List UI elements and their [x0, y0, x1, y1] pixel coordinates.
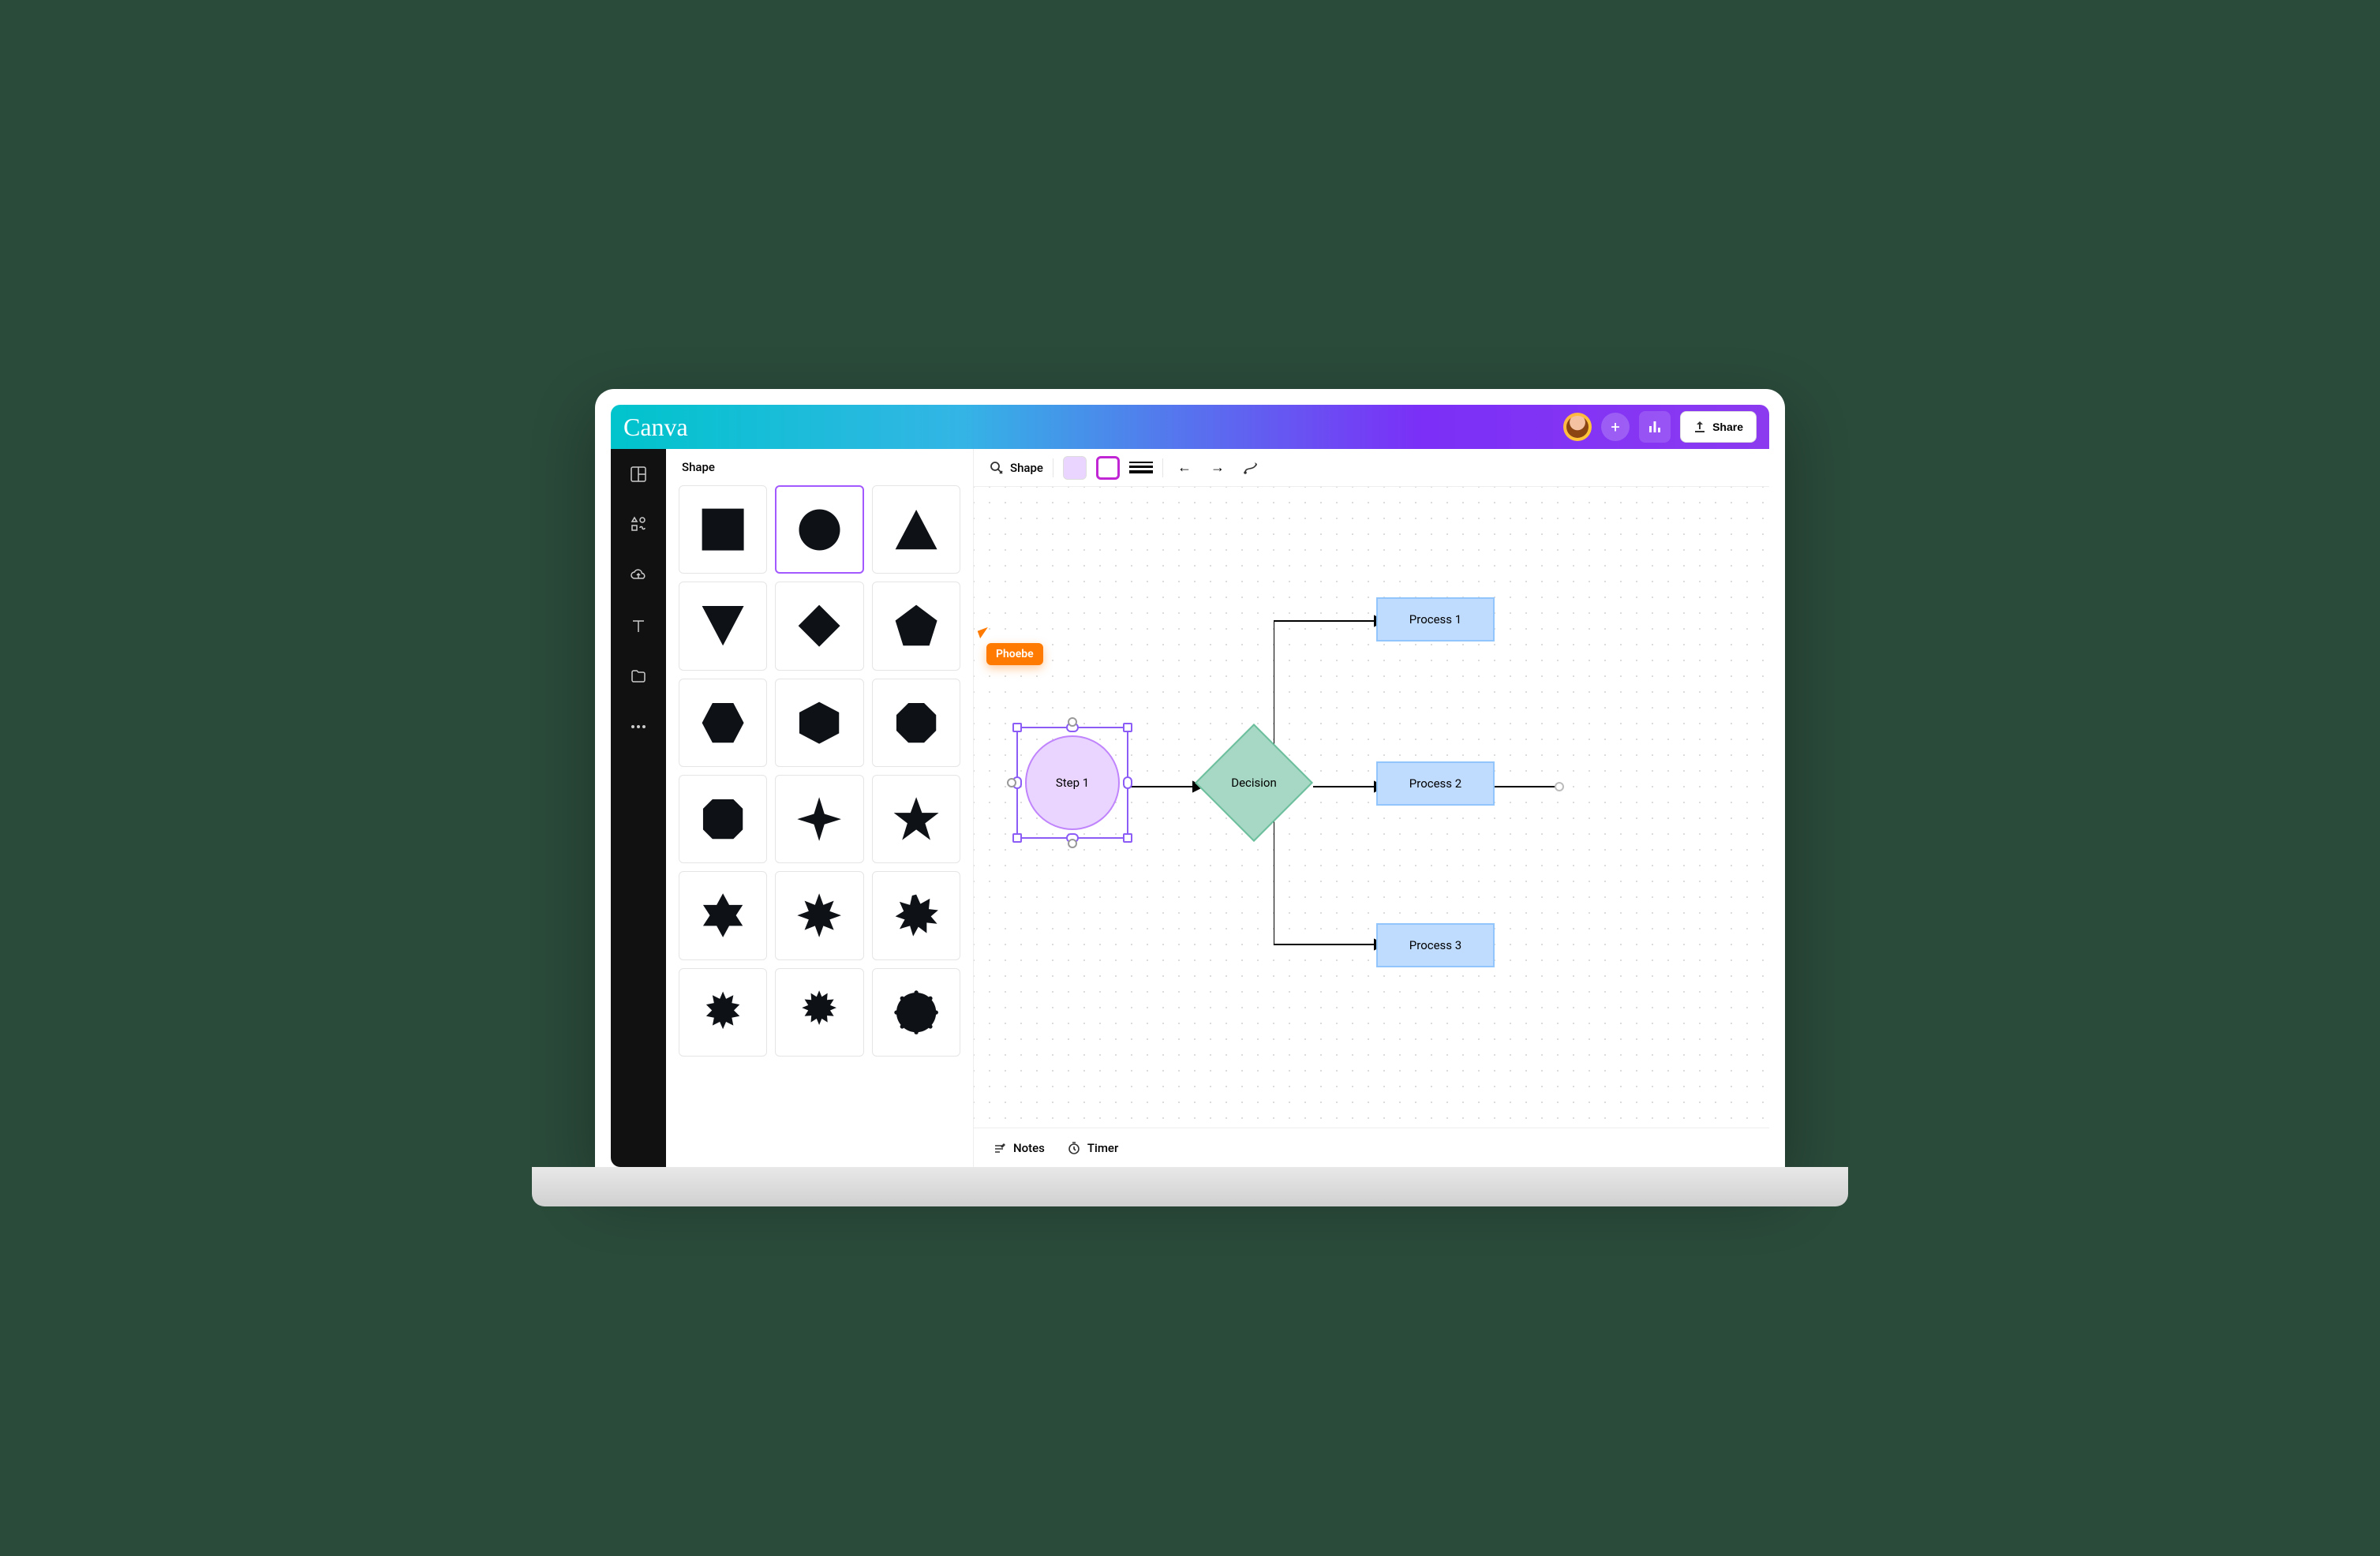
node-label: Process 2 [1409, 776, 1461, 791]
node-label: Process 3 [1409, 938, 1461, 952]
share-button[interactable]: Share [1680, 411, 1757, 443]
whiteboard-canvas[interactable]: Phoebe [974, 487, 1769, 1128]
shape-triangle-down[interactable] [679, 582, 767, 670]
avatar[interactable] [1563, 413, 1592, 441]
node-label: Process 1 [1409, 612, 1461, 627]
resize-handle[interactable] [1123, 723, 1132, 732]
shape-tool-button[interactable]: Shape [990, 461, 1043, 475]
connector-endpoint[interactable] [1555, 782, 1564, 791]
elements-icon[interactable] [629, 515, 648, 534]
connection-point[interactable] [1068, 839, 1077, 848]
shape-square[interactable] [679, 485, 767, 574]
canvas-bottombar: Notes Timer [974, 1128, 1769, 1167]
shape-grid [666, 485, 973, 1069]
more-icon[interactable] [629, 717, 648, 736]
node-decision[interactable]: Decision [1195, 724, 1313, 842]
stroke-weight-button[interactable] [1129, 456, 1153, 480]
resize-handle[interactable] [1123, 833, 1132, 843]
notes-button[interactable]: Notes [993, 1141, 1045, 1155]
canva-logo[interactable]: Canva [623, 413, 688, 442]
shape-star-8[interactable] [775, 871, 863, 959]
templates-icon[interactable] [629, 465, 648, 484]
line-path-button[interactable] [1239, 456, 1263, 480]
shape-panel: Shape [666, 449, 974, 1167]
text-icon[interactable] [629, 616, 648, 635]
shape-starburst-10[interactable] [872, 871, 960, 959]
stroke-color-swatch[interactable] [1096, 456, 1120, 480]
notes-icon [993, 1141, 1007, 1155]
resize-handle[interactable] [1012, 833, 1022, 843]
add-button[interactable]: + [1601, 413, 1630, 441]
shape-circle[interactable] [775, 485, 863, 574]
shape-rounded-square[interactable] [679, 775, 767, 863]
projects-icon[interactable] [629, 667, 648, 686]
fill-color-swatch[interactable] [1063, 456, 1087, 480]
cursor-pointer-icon [978, 627, 991, 638]
line-end-button[interactable]: → [1206, 456, 1229, 480]
node-label: Decision [1231, 776, 1277, 790]
connection-point[interactable] [1007, 778, 1016, 787]
icon-sidebar [611, 449, 666, 1167]
canvas-area: Shape ← → Phoebe [974, 449, 1769, 1167]
curve-icon [1243, 460, 1259, 476]
share-label: Share [1712, 421, 1743, 433]
contextual-toolbar: Shape ← → [974, 449, 1769, 487]
shape-hexagon[interactable] [679, 679, 767, 767]
shape-star-6[interactable] [679, 871, 767, 959]
node-step1[interactable]: Step 1 [1021, 731, 1124, 834]
resize-handle[interactable] [1012, 723, 1022, 732]
shape-pentagon[interactable] [872, 582, 960, 670]
collaborator-name: Phoebe [986, 643, 1043, 665]
connector-step-decision[interactable] [1124, 779, 1203, 795]
timer-button[interactable]: Timer [1067, 1141, 1118, 1155]
selection-box [1016, 727, 1128, 839]
upload-icon [1693, 421, 1706, 433]
connector-p2-out[interactable] [1495, 779, 1558, 795]
shape-octagon[interactable] [872, 679, 960, 767]
shape-star-4[interactable] [775, 775, 863, 863]
resize-handle[interactable] [1123, 776, 1132, 789]
toolbar-divider [1162, 458, 1163, 477]
uploads-icon[interactable] [629, 566, 648, 585]
analytics-button[interactable] [1639, 411, 1671, 443]
line-start-button[interactable]: ← [1173, 456, 1196, 480]
app-topbar: Canva + Share [611, 405, 1769, 449]
shape-burst-16[interactable] [775, 968, 863, 1057]
shape-triangle[interactable] [872, 485, 960, 574]
shape-hexagon-flat[interactable] [775, 679, 863, 767]
shape-diamond[interactable] [775, 582, 863, 670]
shape-burst-12[interactable] [679, 968, 767, 1057]
shape-icon [990, 461, 1004, 475]
timer-icon [1067, 1141, 1081, 1155]
panel-title: Shape [666, 449, 973, 485]
node-process-1[interactable]: Process 1 [1376, 597, 1495, 641]
collaborator-cursor: Phoebe [979, 629, 1043, 665]
shape-burst-round[interactable] [872, 968, 960, 1057]
bar-chart-icon [1647, 419, 1663, 435]
node-process-2[interactable]: Process 2 [1376, 761, 1495, 806]
connection-point[interactable] [1068, 717, 1077, 727]
node-process-3[interactable]: Process 3 [1376, 923, 1495, 967]
shape-star-5[interactable] [872, 775, 960, 863]
